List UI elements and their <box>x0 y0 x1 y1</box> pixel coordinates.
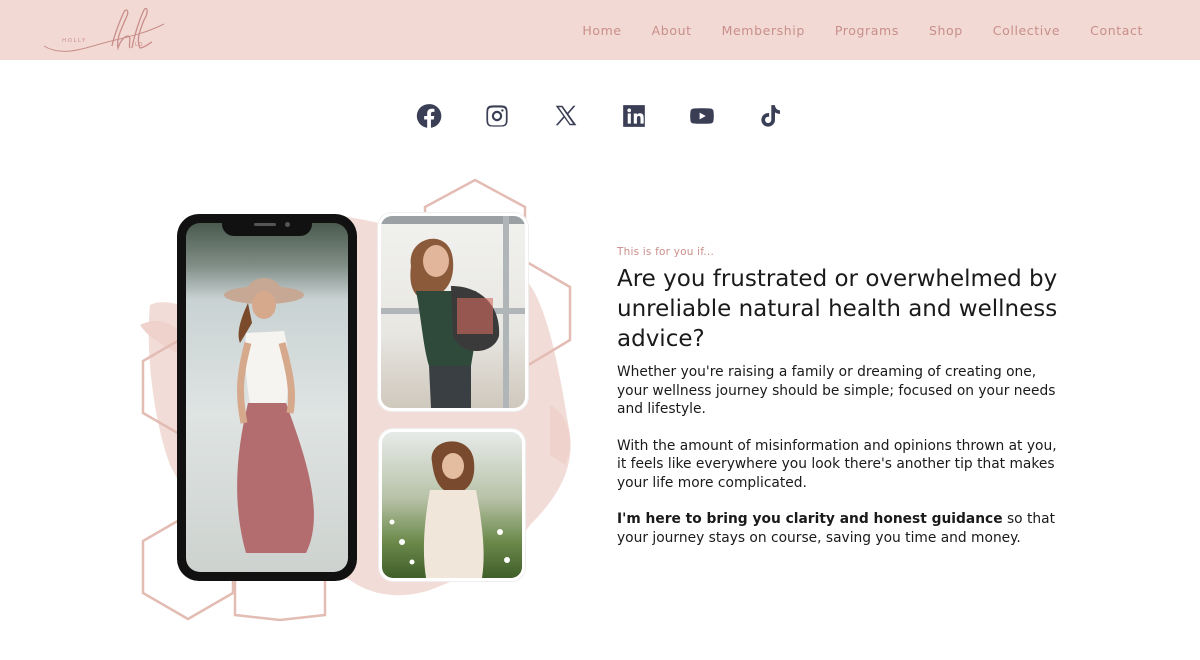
intro-section: This is for you if... Are you frustrated… <box>617 246 1067 565</box>
section-headline: Are you frustrated or overwhelmed by unr… <box>617 266 1058 352</box>
nav-home[interactable]: Home <box>582 23 621 38</box>
intro-paragraph-3-bold: I'm here to bring you clarity and honest… <box>617 511 1003 527</box>
x-twitter-icon[interactable] <box>553 101 579 131</box>
photo-pregnancy-field <box>379 429 525 581</box>
nav-membership[interactable]: Membership <box>722 23 805 38</box>
main-nav: Home About Membership Programs Shop Coll… <box>552 0 1143 60</box>
nav-about[interactable]: About <box>652 23 692 38</box>
facebook-icon[interactable] <box>416 101 442 131</box>
phone-mockup <box>177 214 357 581</box>
youtube-icon[interactable] <box>689 101 715 131</box>
intro-paragraph-1: Whether you're raising a family or dream… <box>617 364 1056 417</box>
site-logo[interactable]: HOLLY LO <box>40 6 170 54</box>
nav-collective[interactable]: Collective <box>993 23 1060 38</box>
phone-notch <box>222 214 312 236</box>
social-links <box>416 101 783 131</box>
intro-paragraph-3: I'm here to bring you clarity and honest… <box>617 510 1067 547</box>
phone-photo <box>186 223 348 572</box>
image-collage <box>130 175 590 625</box>
instagram-icon[interactable] <box>484 101 510 131</box>
nav-programs[interactable]: Programs <box>835 23 899 38</box>
nav-shop[interactable]: Shop <box>929 23 963 38</box>
section-eyebrow: This is for you if... <box>617 246 714 258</box>
tiktok-icon[interactable] <box>757 101 783 131</box>
site-header: HOLLY LO Home About Membership Programs … <box>0 0 1200 60</box>
intro-paragraph-2: With the amount of misinformation and op… <box>617 437 1057 491</box>
linkedin-icon[interactable] <box>621 101 647 131</box>
logo-text: HOLLY <box>62 38 87 44</box>
nav-contact[interactable]: Contact <box>1090 23 1143 38</box>
logo-suffix: LO <box>135 42 144 48</box>
photo-babywearing <box>378 213 528 411</box>
logo-graphic: HOLLY LO <box>43 7 165 52</box>
